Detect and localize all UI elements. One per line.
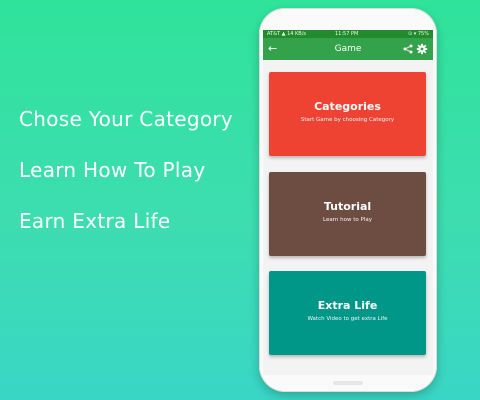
status-time: 11:57 PM — [335, 31, 359, 37]
extra-life-card-subtitle: Watch Video to get extra Life — [307, 316, 388, 322]
categories-card[interactable]: Categories Start Game by choosing Catego… — [269, 72, 426, 156]
gear-icon[interactable] — [416, 43, 428, 55]
promo-line-tutorial: Learn How To Play — [19, 158, 206, 182]
phone-screen: AT&T ▲ 14 KB/s 11:57 PM ⊙ ▾ 75% ← Game C… — [263, 30, 433, 375]
phone-frame: AT&T ▲ 14 KB/s 11:57 PM ⊙ ▾ 75% ← Game C… — [259, 8, 437, 392]
home-indicator — [333, 381, 363, 385]
status-carrier: AT&T ▲ 14 KB/s — [267, 31, 307, 37]
share-icon[interactable] — [403, 44, 413, 54]
status-battery: ⊙ ▾ 75% — [408, 31, 429, 37]
promo-line-extra-life: Earn Extra Life — [19, 209, 171, 233]
tutorial-card[interactable]: Tutorial Learn how to Play — [269, 172, 426, 256]
categories-card-title: Categories — [314, 100, 381, 113]
tutorial-card-subtitle: Learn how to Play — [323, 217, 372, 223]
status-bar: AT&T ▲ 14 KB/s 11:57 PM ⊙ ▾ 75% — [263, 30, 433, 38]
promo-line-category: Chose Your Category — [19, 107, 234, 131]
extra-life-card[interactable]: Extra Life Watch Video to get extra Life — [269, 271, 426, 355]
categories-card-subtitle: Start Game by choosing Category — [300, 117, 395, 123]
extra-life-card-title: Extra Life — [317, 299, 378, 312]
tutorial-card-title: Tutorial — [323, 200, 372, 213]
app-bar: ← Game — [263, 38, 433, 60]
